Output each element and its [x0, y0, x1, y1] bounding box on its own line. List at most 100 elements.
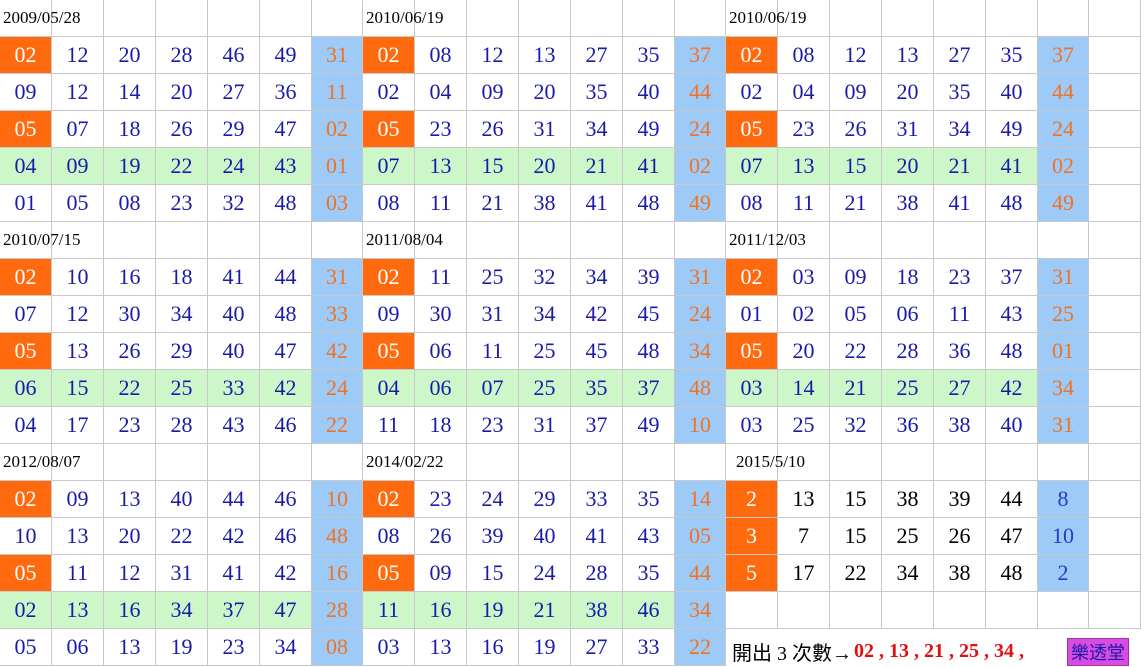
lottery-number: 32 [208, 185, 260, 222]
empty-cell [882, 222, 934, 259]
special-number: 48 [675, 370, 726, 407]
lottery-number: 17 [778, 555, 830, 592]
lottery-number: 05 [363, 111, 415, 148]
empty-cell [156, 444, 208, 481]
lottery-number: 05 [830, 296, 882, 333]
empty-cell [1089, 370, 1141, 407]
lottery-number: 35 [623, 481, 675, 518]
empty-cell [1089, 444, 1141, 481]
lottery-number: 18 [882, 259, 934, 296]
empty-cell [1089, 185, 1141, 222]
lottery-number: 12 [830, 37, 882, 74]
special-number: 34 [675, 592, 726, 629]
draw-date: 2010/07/15 [0, 222, 80, 259]
special-number: 22 [312, 407, 363, 444]
lottery-number: 34 [156, 592, 208, 629]
lottery-number: 02 [363, 481, 415, 518]
lottery-number: 09 [415, 555, 467, 592]
lottery-number: 43 [208, 407, 260, 444]
lottery-number: 26 [830, 111, 882, 148]
lottery-number: 20 [519, 74, 571, 111]
lottery-number: 38 [934, 555, 986, 592]
lottery-number: 15 [830, 518, 882, 555]
lottery-number: 21 [934, 148, 986, 185]
special-number: 10 [1038, 518, 1089, 555]
lottery-number: 21 [830, 370, 882, 407]
lottery-number: 20 [882, 74, 934, 111]
empty-cell [260, 444, 312, 481]
special-number: 42 [312, 333, 363, 370]
empty-cell [623, 0, 675, 37]
lottery-number: 09 [467, 74, 519, 111]
special-number: 24 [1038, 111, 1089, 148]
lottery-number: 47 [986, 518, 1038, 555]
lottery-number: 19 [467, 592, 519, 629]
lottery-number: 19 [519, 629, 571, 666]
lottery-number: 19 [104, 148, 156, 185]
lottery-number: 04 [778, 74, 830, 111]
lottery-number: 02 [0, 481, 52, 518]
lottery-number: 33 [208, 370, 260, 407]
lottery-number: 24 [467, 481, 519, 518]
lottery-number: 09 [52, 148, 104, 185]
lottery-number: 35 [934, 74, 986, 111]
lottery-number: 49 [260, 37, 312, 74]
empty-cell [415, 222, 467, 259]
lottery-number: 08 [363, 518, 415, 555]
lottery-number: 37 [623, 370, 675, 407]
empty-cell [1089, 481, 1141, 518]
lottery-number: 26 [934, 518, 986, 555]
lottery-number: 07 [0, 296, 52, 333]
special-number: 37 [1038, 37, 1089, 74]
empty-cell [519, 222, 571, 259]
lottery-number: 05 [363, 555, 415, 592]
lottery-number: 34 [882, 555, 934, 592]
empty-cell [519, 444, 571, 481]
lottery-number: 44 [260, 259, 312, 296]
empty-cell [934, 0, 986, 37]
lottery-number: 21 [467, 185, 519, 222]
empty-cell [986, 592, 1038, 629]
lottery-number: 23 [156, 185, 208, 222]
lottery-number: 35 [571, 74, 623, 111]
lottery-number: 31 [519, 111, 571, 148]
empty-cell [986, 444, 1038, 481]
lottery-number: 7 [778, 518, 830, 555]
empty-cell [208, 444, 260, 481]
special-number: 16 [312, 555, 363, 592]
lottery-number: 39 [623, 259, 675, 296]
lottery-number: 06 [415, 333, 467, 370]
special-number: 03 [312, 185, 363, 222]
lottery-number: 3 [726, 518, 778, 555]
empty-cell [726, 592, 778, 629]
empty-cell [52, 444, 104, 481]
special-number: 31 [1038, 407, 1089, 444]
lottery-number: 43 [260, 148, 312, 185]
lottery-number: 30 [415, 296, 467, 333]
lottery-number: 36 [882, 407, 934, 444]
lottery-number: 06 [415, 370, 467, 407]
lottery-number: 40 [986, 74, 1038, 111]
lottery-number: 25 [519, 370, 571, 407]
lottery-number: 29 [208, 111, 260, 148]
lottery-number: 21 [519, 592, 571, 629]
empty-cell [986, 0, 1038, 37]
lottery-number: 25 [519, 333, 571, 370]
empty-cell [882, 444, 934, 481]
lottery-number: 39 [934, 481, 986, 518]
lottery-number: 05 [363, 333, 415, 370]
empty-cell [104, 222, 156, 259]
lottery-number: 27 [934, 37, 986, 74]
lottery-number: 12 [52, 37, 104, 74]
lottery-number: 48 [986, 333, 1038, 370]
special-number: 02 [675, 148, 726, 185]
lottery-number: 35 [623, 555, 675, 592]
lottery-number: 49 [623, 111, 675, 148]
lottery-number: 31 [882, 111, 934, 148]
lottery-number: 38 [882, 481, 934, 518]
lottery-number: 42 [260, 555, 312, 592]
empty-cell [1089, 222, 1141, 259]
lottery-number: 02 [726, 37, 778, 74]
lottery-number: 22 [156, 518, 208, 555]
lottery-number: 04 [0, 148, 52, 185]
